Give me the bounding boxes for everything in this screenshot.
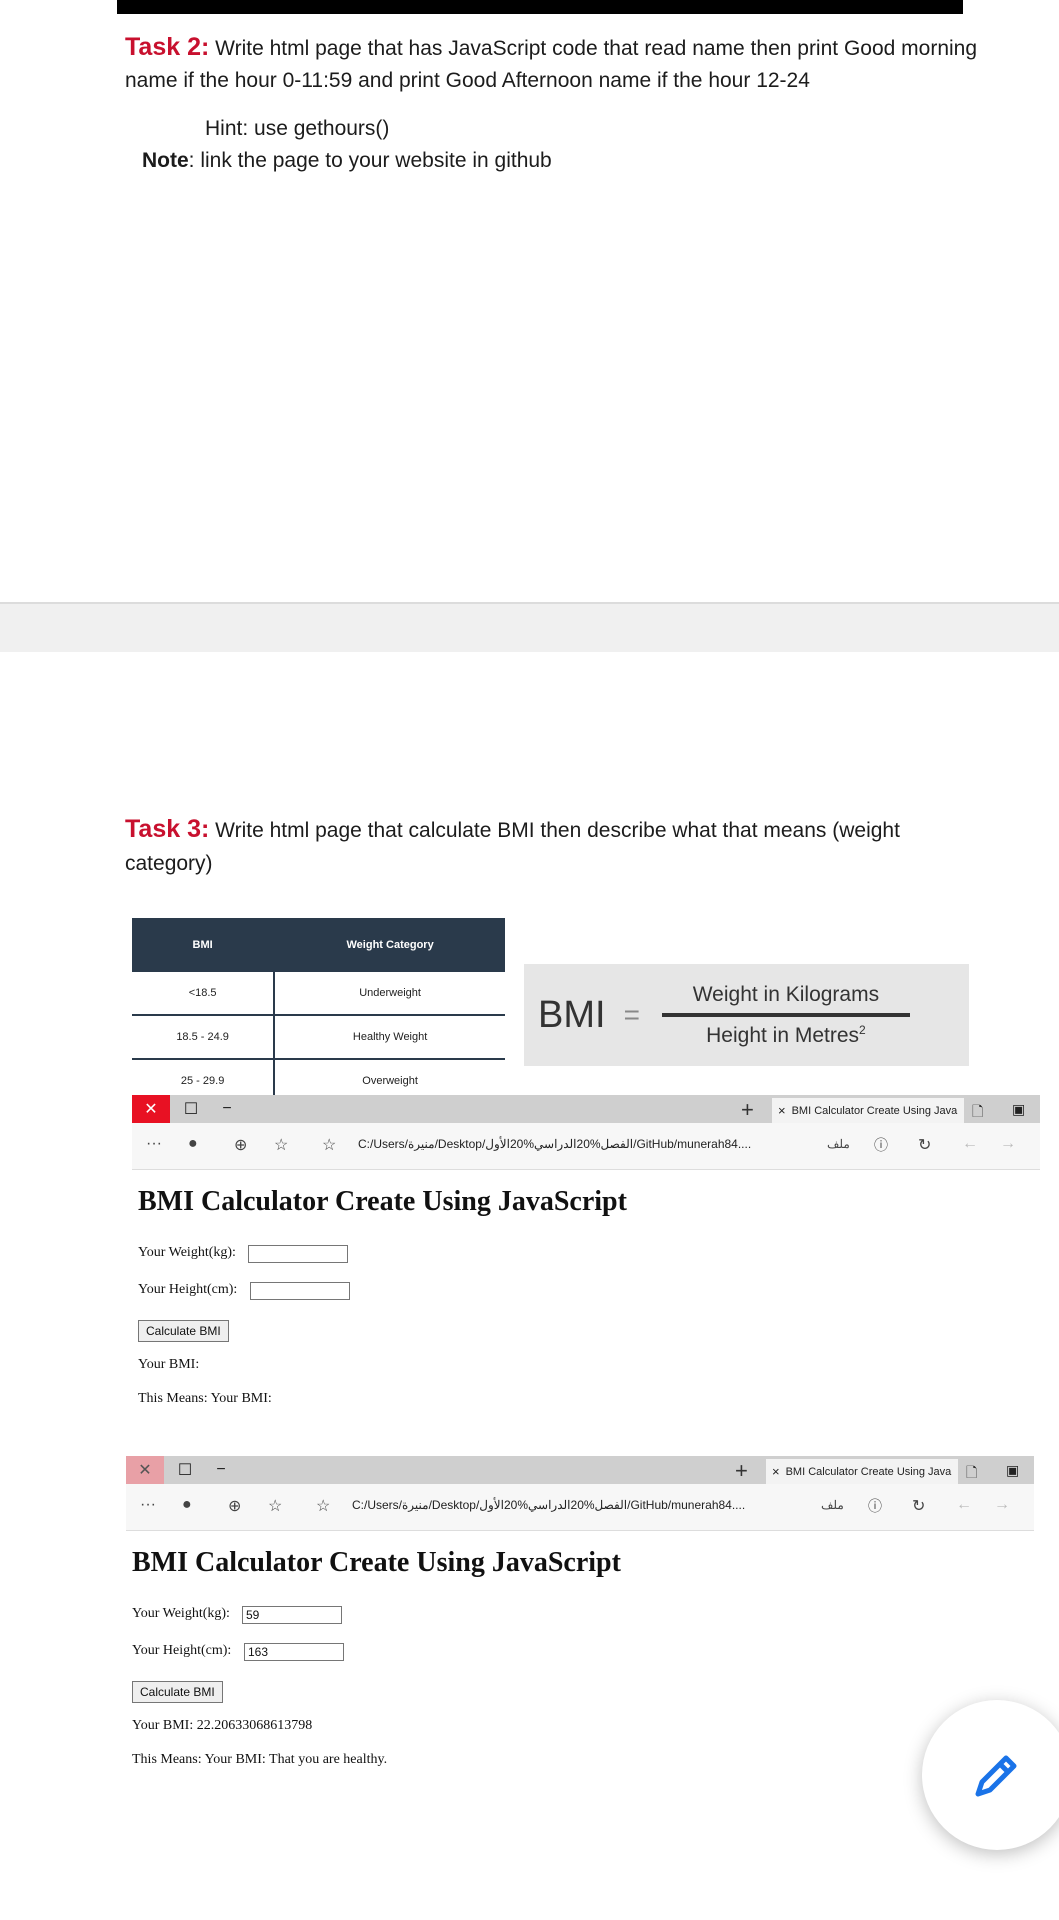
profile-icon[interactable]: ● (188, 1135, 198, 1153)
page-title: BMI Calculator Create Using JavaScript (132, 1547, 621, 1578)
plus-icon[interactable]: + (735, 1458, 748, 1484)
back-icon[interactable]: ← (956, 1496, 972, 1514)
forward-icon[interactable]: → (1000, 1135, 1016, 1153)
task3-paragraph: Task 3: Write html page that calculate B… (125, 812, 900, 848)
tab-title: BMI Calculator Create Using Java (785, 1465, 952, 1478)
address-bar: ··· ● ⊕ ☆ ☆ C:/Users/منيرة/Desktop/الفصل… (132, 1123, 1040, 1170)
tab-title: BMI Calculator Create Using Java (791, 1104, 958, 1117)
bmi-formula: BMI = Weight in Kilograms Height in Metr… (524, 964, 969, 1066)
favorite-star-icon[interactable]: ☆ (322, 1135, 336, 1155)
close-icon[interactable]: ✕ (126, 1456, 164, 1484)
info-icon[interactable]: ⓘ (874, 1135, 888, 1155)
url-text[interactable]: C:/Users/منيرة/Desktop/الفصل%20الدراسي%2… (352, 1498, 745, 1512)
forward-icon[interactable]: → (994, 1496, 1010, 1514)
refresh-icon[interactable]: ↻ (918, 1135, 931, 1155)
calculate-bmi-button[interactable]: Calculate BMI (138, 1320, 229, 1342)
file-label: ملف (821, 1498, 844, 1512)
page-icon: 🗋 (966, 1464, 978, 1480)
top-black-bar (117, 0, 963, 14)
height-input[interactable] (250, 1282, 350, 1300)
weight-label: Your Weight(kg): (132, 1606, 230, 1621)
task2-paragraph: Task 2: Write html page that has JavaScr… (125, 30, 977, 66)
title-bar: ✕ ☐ − + × BMI Calculator Create Using Ja… (126, 1456, 1034, 1484)
address-bar: ··· ● ⊕ ☆ ☆ C:/Users/منيرة/Desktop/الفصل… (126, 1484, 1034, 1531)
plus-icon[interactable]: + (741, 1097, 754, 1123)
title-bar: ✕ ☐ − + × BMI Calculator Create Using Ja… (132, 1095, 1040, 1123)
restore-icon[interactable]: ☐ (166, 1456, 204, 1484)
formula-lhs: BMI (538, 993, 606, 1036)
restore-icon[interactable]: ☐ (172, 1095, 210, 1123)
formula-exponent: 2 (859, 1022, 866, 1037)
favorite-star-icon[interactable]: ☆ (316, 1496, 330, 1516)
minimize-icon[interactable]: − (208, 1095, 246, 1123)
close-icon[interactable]: ✕ (132, 1095, 170, 1123)
browser-window-empty: ✕ ☐ − + × BMI Calculator Create Using Ja… (132, 1095, 1040, 1440)
height-input[interactable]: 163 (244, 1643, 344, 1661)
formula-equals: = (623, 999, 640, 1030)
favorites-icon[interactable]: ☆ (274, 1135, 288, 1155)
profile-icon[interactable]: ● (182, 1496, 192, 1514)
refresh-icon[interactable]: ↻ (912, 1496, 925, 1516)
page-title: BMI Calculator Create Using JavaScript (138, 1186, 627, 1217)
formula-fraction: Weight in Kilograms Height in Metres2 (661, 981, 910, 1050)
table-cell: <18.5 (132, 972, 275, 1016)
task3-line1: Write html page that calculate BMI then … (215, 819, 900, 842)
table-cell: Healthy Weight (273, 1015, 505, 1060)
page-icon: 🗋 (972, 1103, 984, 1119)
sidebar-icon[interactable]: ▣ (1006, 1462, 1019, 1479)
tab-close-icon[interactable]: × (778, 1103, 786, 1118)
task2-label: Task 2: (125, 33, 210, 61)
more-icon[interactable]: ··· (140, 1496, 156, 1514)
table-header-category: Weight Category (273, 918, 505, 972)
browser-window-filled: ✕ ☐ − + × BMI Calculator Create Using Ja… (126, 1456, 1034, 1786)
edit-fab-button[interactable] (922, 1700, 1059, 1850)
task2-note-label: Note (142, 149, 189, 172)
bmi-meaning: This Means: Your BMI: (138, 1391, 272, 1406)
tab-bmi-calculator[interactable]: × BMI Calculator Create Using Java (772, 1098, 964, 1123)
task2-line1: Write html page that has JavaScript code… (215, 37, 978, 60)
table-header-row: BMI Weight Category (132, 918, 505, 972)
bmi-result: Your BMI: 22.20633068613798 (132, 1718, 313, 1733)
task2-line2: name if the hour 0-11:59 and print Good … (125, 69, 810, 92)
formula-numerator: Weight in Kilograms (692, 982, 880, 1006)
task3-line2: category) (125, 852, 213, 875)
minimize-icon[interactable]: − (202, 1456, 240, 1484)
height-label: Your Height(cm): (132, 1643, 232, 1658)
height-label: Your Height(cm): (138, 1282, 238, 1297)
pencil-icon (975, 1755, 1017, 1797)
bmi-meaning: This Means: Your BMI: That you are healt… (132, 1752, 388, 1767)
extensions-icon[interactable]: ⊕ (228, 1496, 241, 1516)
table-row: 18.5 - 24.9 Healthy Weight (132, 1015, 505, 1060)
formula-denominator-text: Height in Metres (706, 1023, 860, 1047)
weight-label: Your Weight(kg): (138, 1245, 236, 1260)
extensions-icon[interactable]: ⊕ (234, 1135, 247, 1155)
tab-bmi-calculator[interactable]: × BMI Calculator Create Using Java (766, 1459, 958, 1484)
favorites-icon[interactable]: ☆ (268, 1496, 282, 1516)
task3-label: Task 3: (125, 815, 210, 843)
weight-input[interactable] (248, 1245, 348, 1263)
bmi-result: Your BMI: (138, 1357, 200, 1372)
table-cell: Underweight (273, 972, 505, 1016)
calculate-bmi-button[interactable]: Calculate BMI (132, 1681, 223, 1703)
info-icon[interactable]: ⓘ (868, 1496, 882, 1516)
weight-input[interactable]: 59 (242, 1606, 342, 1624)
url-text[interactable]: C:/Users/منيرة/Desktop/الفصل%20الدراسي%2… (358, 1137, 751, 1151)
tab-close-icon[interactable]: × (772, 1464, 780, 1479)
task2-hint: Hint: use gethours() (205, 117, 390, 140)
bmi-category-table: BMI Weight Category <18.5 Underweight 18… (132, 918, 505, 1104)
task2-note-text: : link the page to your website in githu… (188, 149, 552, 172)
task2-note: Note: link the page to your website in g… (142, 149, 552, 173)
page-gap (0, 602, 1059, 652)
table-row: <18.5 Underweight (132, 972, 505, 1016)
fraction-bar (661, 1012, 910, 1017)
more-icon[interactable]: ··· (146, 1135, 162, 1153)
sidebar-icon[interactable]: ▣ (1012, 1101, 1025, 1118)
table-header-bmi: BMI (132, 918, 275, 972)
formula-denominator: Height in Metres2 (702, 1021, 870, 1050)
table-cell: 18.5 - 24.9 (132, 1015, 275, 1060)
file-label: ملف (827, 1137, 850, 1151)
back-icon[interactable]: ← (962, 1135, 978, 1153)
